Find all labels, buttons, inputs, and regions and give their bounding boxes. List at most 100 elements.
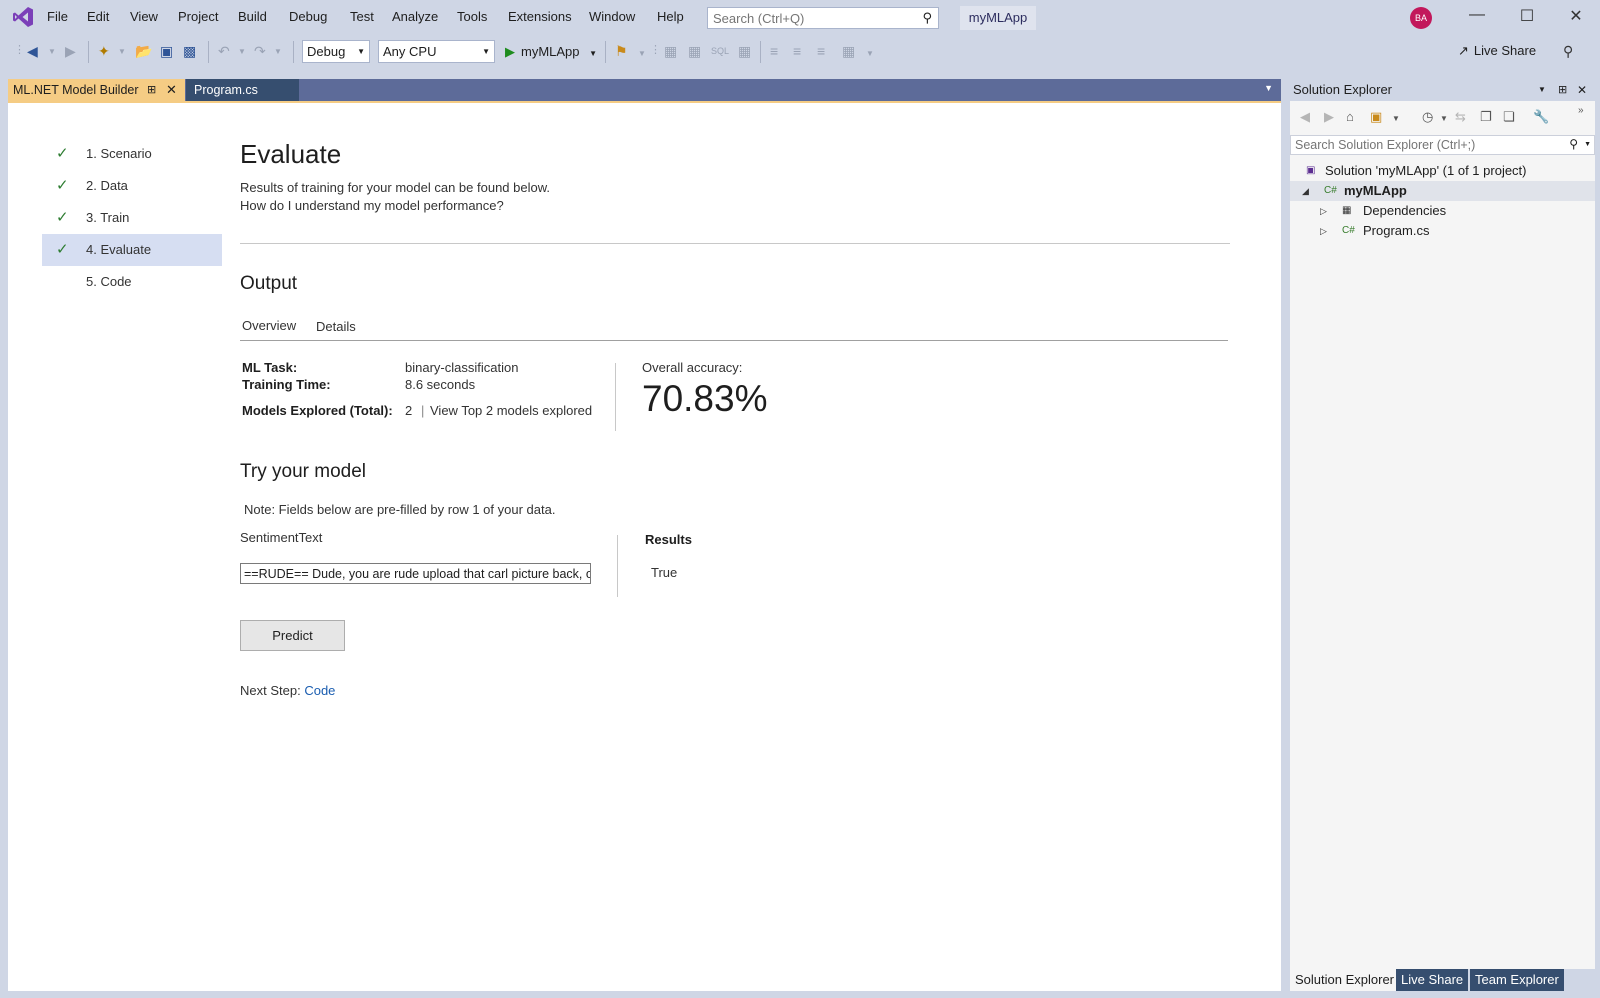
menu-edit[interactable]: Edit	[87, 9, 109, 24]
close-window-icon[interactable]: ✕	[1566, 6, 1586, 26]
menu-build[interactable]: Build	[238, 9, 267, 24]
comment-icon[interactable]: ≡	[770, 43, 778, 59]
tab-program-cs[interactable]: Program.cs	[186, 79, 299, 101]
menu-test[interactable]: Test	[350, 9, 374, 24]
solution-explorer-search-input[interactable]	[1291, 136, 1551, 154]
tab-team-explorer[interactable]: Team Explorer	[1470, 969, 1564, 991]
toolbar-grip-icon[interactable]: ⋮	[14, 43, 25, 56]
step-label: 3. Train	[86, 210, 130, 225]
menu-view[interactable]: View	[130, 9, 158, 24]
minimize-icon[interactable]: —	[1467, 6, 1487, 24]
step-data[interactable]: ✓ 2. Data	[42, 170, 222, 202]
toolbar-overflow-icon[interactable]: ▼	[866, 49, 874, 58]
table-icon[interactable]: ▦	[738, 43, 751, 60]
tab-list-dropdown-icon[interactable]: ▼	[1264, 83, 1273, 93]
layout-icon[interactable]: ▦	[664, 43, 677, 60]
outdent-icon[interactable]: ▦	[842, 43, 855, 60]
menu-help[interactable]: Help	[657, 9, 684, 24]
save-icon[interactable]: ▣	[160, 43, 173, 60]
document-tab-well: ML.NET Model Builder ⊞ ✕ Program.cs ▼	[8, 79, 1281, 101]
toolbar-grip-icon[interactable]: ⋮	[650, 43, 661, 56]
pin-icon[interactable]: ⊞	[1558, 79, 1567, 101]
solution-config-dropdown[interactable]: Debug ▼	[302, 40, 370, 63]
next-step-code-link[interactable]: Code	[304, 683, 335, 698]
tree-program-node[interactable]: ▷ C# Program.cs	[1290, 221, 1595, 241]
step-scenario[interactable]: ✓ 1. Scenario	[42, 138, 222, 170]
new-item-icon[interactable]: ✦	[98, 43, 110, 60]
navigate-back-icon[interactable]: ◀	[27, 43, 38, 60]
tab-live-share[interactable]: Live Share	[1396, 969, 1469, 991]
search-icon[interactable]: ⚲	[1569, 137, 1578, 151]
forward-icon[interactable]: ▶	[1324, 109, 1334, 125]
home-icon[interactable]: ⌂	[1346, 109, 1354, 124]
tab-solution-explorer[interactable]: Solution Explorer	[1290, 969, 1399, 991]
show-all-files-icon[interactable]: ❏	[1503, 109, 1515, 125]
menu-extensions[interactable]: Extensions	[508, 9, 572, 24]
redo-icon[interactable]: ↷	[254, 43, 266, 60]
close-icon[interactable]: ✕	[166, 79, 177, 101]
grid-icon[interactable]: ▦	[688, 43, 701, 60]
navigate-forward-icon[interactable]: ▶	[65, 43, 76, 60]
chevron-down-icon[interactable]: ▼	[48, 47, 56, 56]
chevron-down-icon[interactable]: ▼	[1392, 114, 1400, 123]
properties-wrench-icon[interactable]: 🔧	[1533, 109, 1549, 125]
pin-icon[interactable]: ⊞	[147, 79, 156, 101]
menu-file[interactable]: File	[47, 9, 68, 24]
pending-changes-filter-icon[interactable]: ◷	[1422, 109, 1433, 125]
menu-window[interactable]: Window	[589, 9, 635, 24]
uncomment-icon[interactable]: ≡	[793, 43, 801, 59]
step-code[interactable]: 5. Code	[42, 266, 222, 298]
platform-dropdown[interactable]: Any CPU ▼	[378, 40, 495, 63]
collapse-all-icon[interactable]: ❐	[1480, 109, 1492, 125]
user-avatar[interactable]: BA	[1410, 7, 1432, 29]
feedback-icon[interactable]: ⚲	[1563, 43, 1573, 60]
view-top-models-link[interactable]: View Top 2 models explored	[430, 403, 592, 418]
find-in-files-icon[interactable]: ⚑	[615, 43, 628, 60]
switch-views-icon[interactable]: ▣	[1370, 109, 1382, 125]
sentiment-text-input[interactable]	[240, 563, 591, 584]
menu-project[interactable]: Project	[178, 9, 218, 24]
start-debugging-button[interactable]: ▶ myMLApp ▼	[505, 40, 597, 64]
save-all-icon[interactable]: ▩	[183, 43, 196, 60]
tree-dependencies-node[interactable]: ▷ ▦ Dependencies	[1290, 201, 1595, 221]
collapse-arrow-icon[interactable]: ◢	[1302, 181, 1309, 201]
search-icon[interactable]: ⚲	[922, 10, 932, 26]
chevron-down-icon[interactable]: ▼	[638, 49, 646, 58]
window-position-dropdown-icon[interactable]: ▼	[1538, 79, 1546, 101]
open-folder-icon[interactable]: 📂	[135, 43, 152, 60]
model-performance-help-link[interactable]: How do I understand my model performance…	[240, 198, 504, 213]
expand-arrow-icon[interactable]: ▷	[1320, 221, 1327, 241]
tab-details[interactable]: Details	[316, 319, 356, 334]
visual-studio-logo-icon[interactable]	[12, 6, 34, 28]
sql-icon[interactable]: SQL	[711, 46, 729, 56]
chevron-down-icon[interactable]: ▼	[274, 47, 282, 56]
toolbar-overflow-icon[interactable]: »	[1578, 105, 1584, 116]
global-search-input[interactable]	[708, 8, 908, 28]
global-search-box[interactable]: ⚲	[707, 7, 939, 29]
predict-button[interactable]: Predict	[240, 620, 345, 651]
tree-project-node[interactable]: ◢ C# myMLApp	[1290, 181, 1595, 201]
maximize-icon[interactable]: ☐	[1517, 6, 1537, 26]
tab-overview[interactable]: Overview	[242, 318, 296, 333]
tree-solution-node[interactable]: ▣ Solution 'myMLApp' (1 of 1 project)	[1290, 161, 1595, 181]
csharp-project-icon: C#	[1324, 185, 1337, 196]
undo-icon[interactable]: ↶	[218, 43, 230, 60]
chevron-down-icon[interactable]: ▼	[118, 47, 126, 56]
share-icon: ↗	[1458, 43, 1469, 58]
step-evaluate[interactable]: ✓ 4. Evaluate	[42, 234, 222, 266]
live-share-button[interactable]: ↗ Live Share	[1458, 43, 1536, 59]
step-train[interactable]: ✓ 3. Train	[42, 202, 222, 234]
chevron-down-icon[interactable]: ▼	[238, 47, 246, 56]
chevron-down-icon[interactable]: ▼	[1440, 114, 1448, 123]
menu-analyze[interactable]: Analyze	[392, 9, 438, 24]
close-icon[interactable]: ✕	[1577, 79, 1587, 101]
solution-explorer-search-box[interactable]: ⚲ ▼	[1290, 135, 1595, 155]
indent-icon[interactable]: ≡	[817, 43, 825, 59]
menu-debug[interactable]: Debug	[289, 9, 327, 24]
menu-tools[interactable]: Tools	[457, 9, 487, 24]
chevron-down-icon[interactable]: ▼	[1584, 141, 1591, 148]
tab-model-builder[interactable]: ML.NET Model Builder ⊞ ✕	[8, 79, 185, 101]
sync-icon[interactable]: ⇆	[1455, 109, 1466, 125]
expand-arrow-icon[interactable]: ▷	[1320, 201, 1327, 221]
back-icon[interactable]: ◀	[1300, 109, 1310, 125]
